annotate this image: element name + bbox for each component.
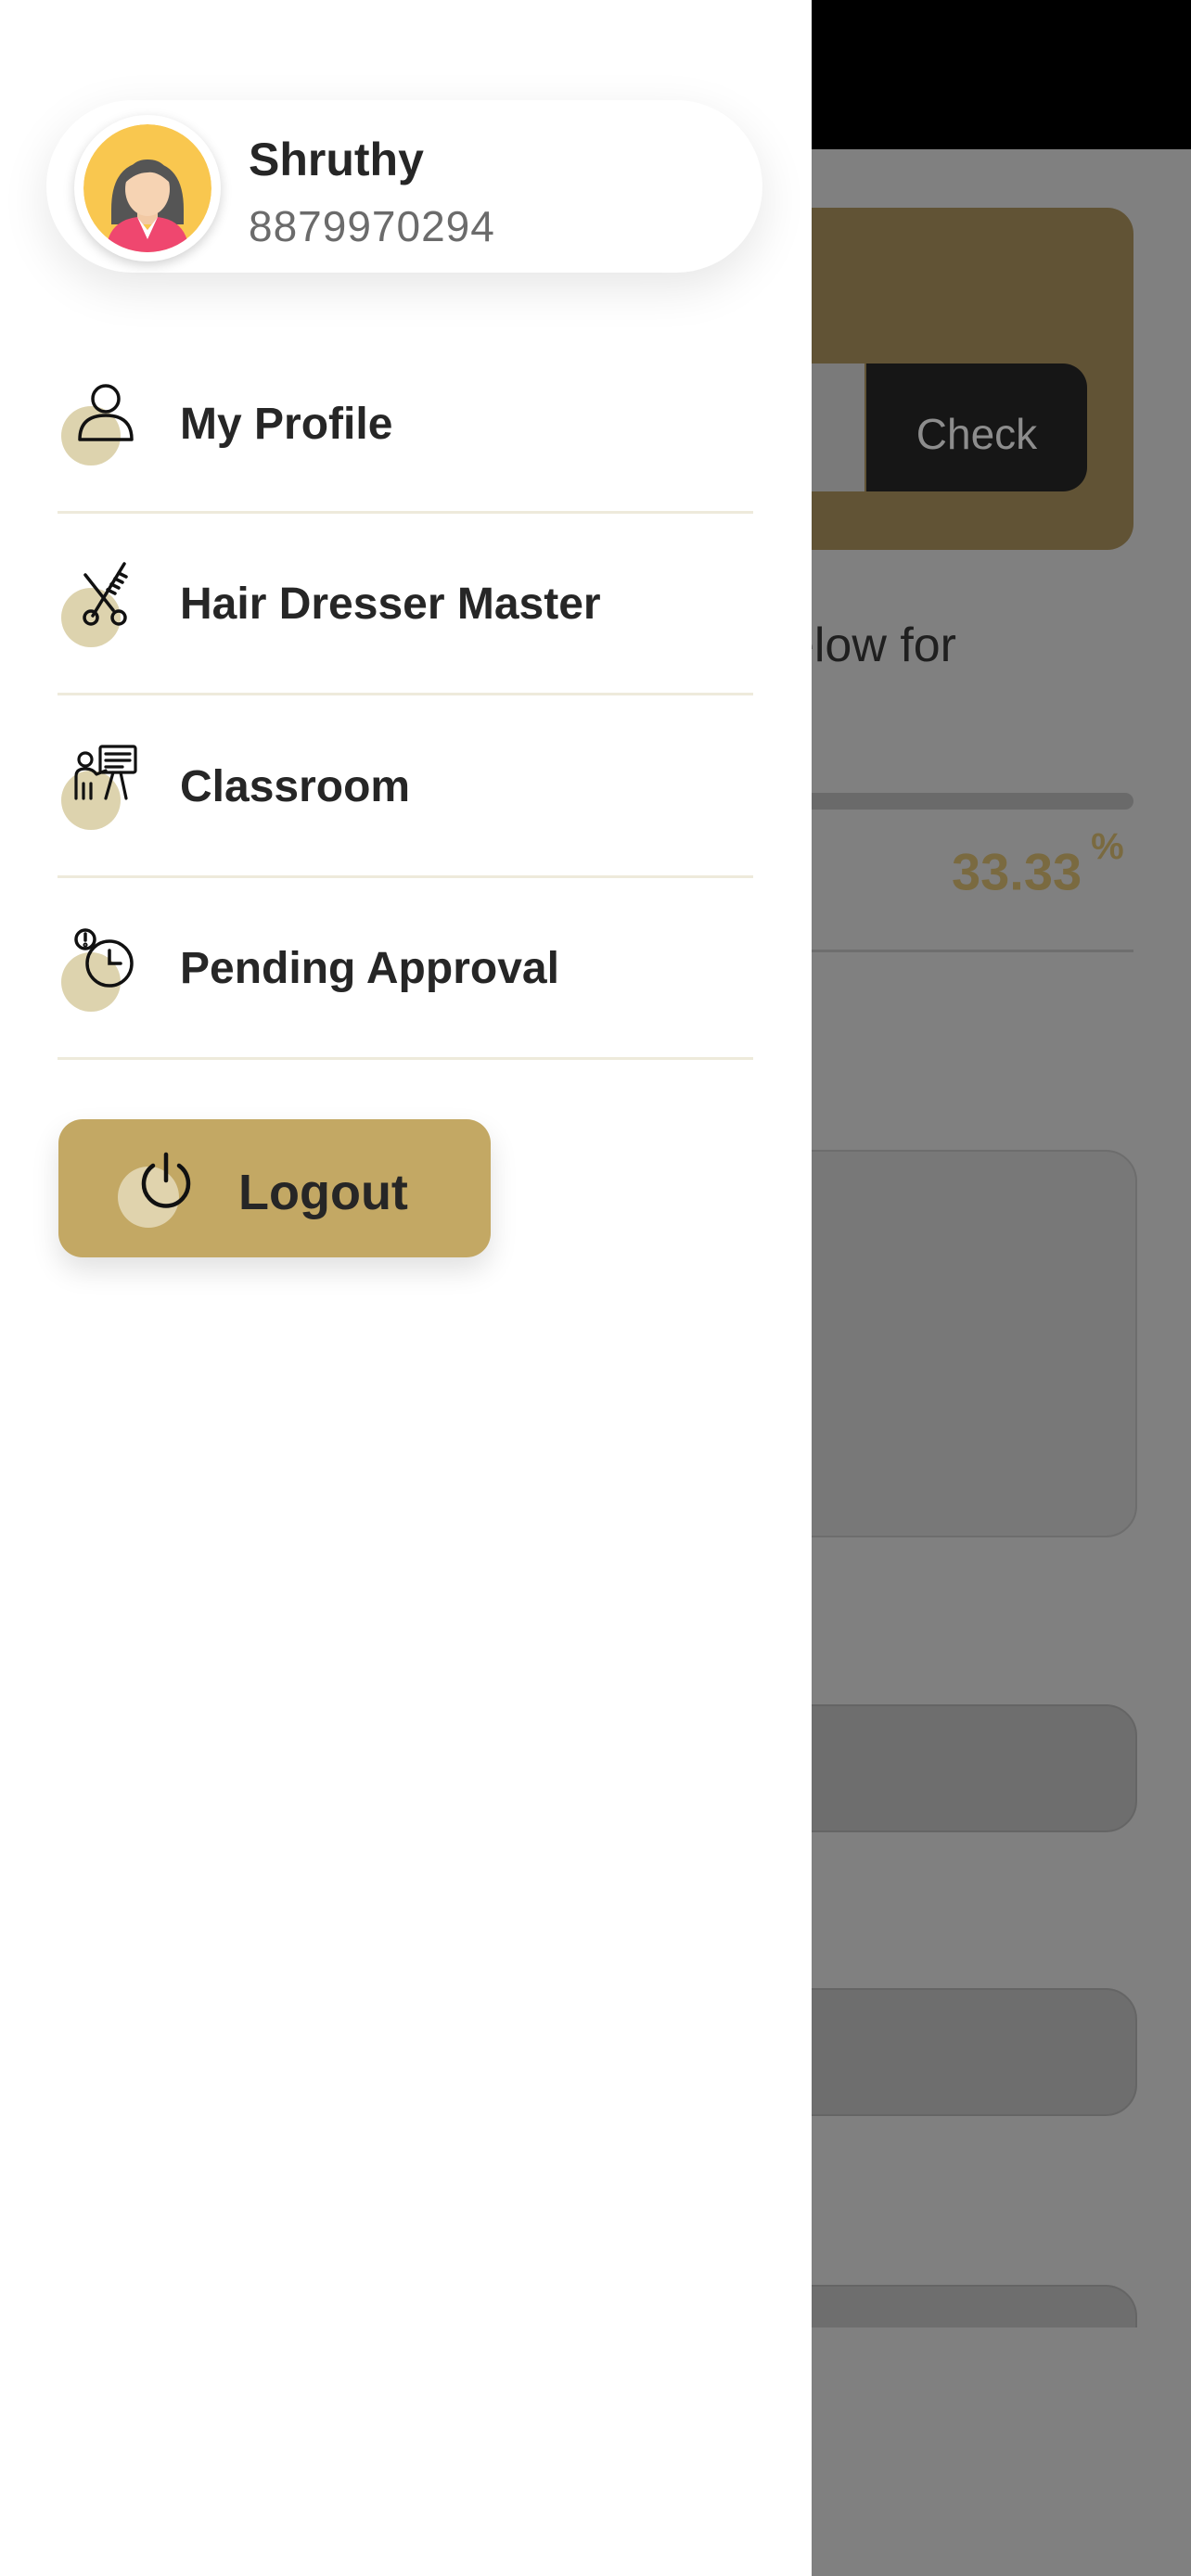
- navigation-drawer: Shruthy 8879970294 My Profile Hair Dress…: [0, 0, 812, 2576]
- menu-item-label: Hair Dresser Master: [180, 580, 601, 629]
- teacher-board-icon: [72, 743, 139, 810]
- check-button[interactable]: Check: [866, 363, 1087, 491]
- bottom-area: [807, 2327, 1191, 2576]
- percent-sign: %: [1091, 826, 1124, 867]
- logout-label: Logout: [238, 1165, 408, 1220]
- progress-percent-value: 33.33: [952, 842, 1082, 901]
- menu-item-label: Pending Approval: [180, 944, 559, 993]
- menu-item-pending-approval[interactable]: Pending Approval: [58, 878, 753, 1060]
- menu-item-my-profile[interactable]: My Profile: [58, 332, 753, 514]
- clock-alert-icon: [72, 926, 139, 993]
- power-icon: [134, 1151, 198, 1214]
- menu-item-classroom[interactable]: Classroom: [58, 696, 753, 878]
- user-name: Shruthy: [249, 134, 424, 185]
- divider: [798, 950, 1133, 952]
- menu-item-label: My Profile: [180, 400, 393, 449]
- progress-percent: 33.33%: [952, 826, 1124, 902]
- scissors-comb-icon: [72, 560, 139, 627]
- menu-divider: [58, 693, 753, 695]
- progress-bar: [798, 793, 1133, 810]
- menu-item-hair-dresser-master[interactable]: Hair Dresser Master: [58, 514, 753, 695]
- logout-button[interactable]: Logout: [58, 1119, 491, 1257]
- woman-avatar-icon[interactable]: [83, 124, 211, 252]
- user-phone: 8879970294: [249, 202, 495, 250]
- person-icon: [72, 380, 139, 447]
- menu-divider: [58, 1057, 753, 1060]
- menu-item-label: Classroom: [180, 762, 411, 811]
